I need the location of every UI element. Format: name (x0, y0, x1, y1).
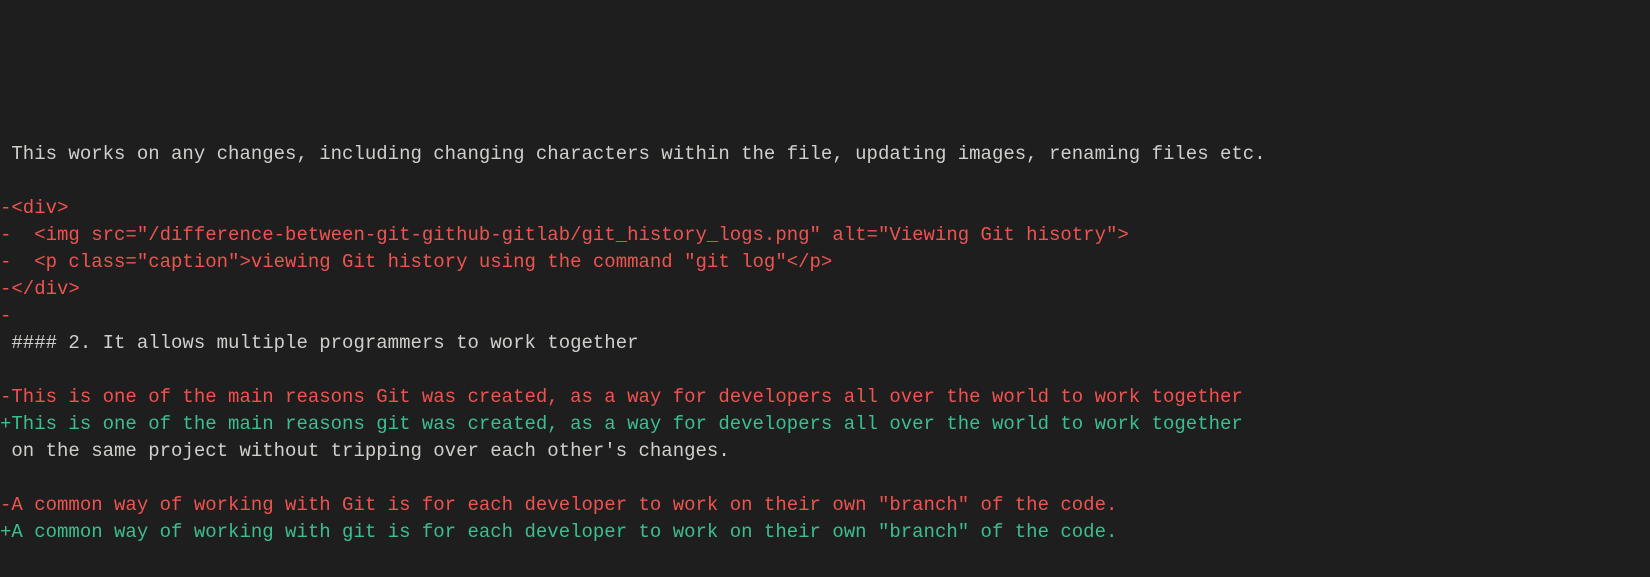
diff-line-ctx (0, 357, 1650, 384)
diff-output[interactable]: This works on any changes, including cha… (0, 135, 1650, 577)
diff-line-ctx: #### 2. It allows multiple programmers t… (0, 330, 1650, 357)
diff-line-add: +A common way of working with git is for… (0, 519, 1650, 546)
diff-line-del: - (0, 303, 1650, 330)
diff-line-ctx: The main branch will often be called `ma… (0, 573, 1650, 577)
diff-line-del: -This is one of the main reasons Git was… (0, 384, 1650, 411)
diff-line-del: - <img src="/difference-between-git-gith… (0, 222, 1650, 249)
diff-line-ctx (0, 465, 1650, 492)
diff-line-del: -</div> (0, 276, 1650, 303)
diff-line-ctx: on the same project without tripping ove… (0, 438, 1650, 465)
diff-line-add: +This is one of the main reasons git was… (0, 411, 1650, 438)
diff-line-ctx (0, 168, 1650, 195)
diff-line-del: -A common way of working with Git is for… (0, 492, 1650, 519)
diff-line-ctx: This works on any changes, including cha… (0, 141, 1650, 168)
diff-line-del: - <p class="caption">viewing Git history… (0, 249, 1650, 276)
diff-line-del: -<div> (0, 195, 1650, 222)
diff-line-ctx (0, 546, 1650, 573)
